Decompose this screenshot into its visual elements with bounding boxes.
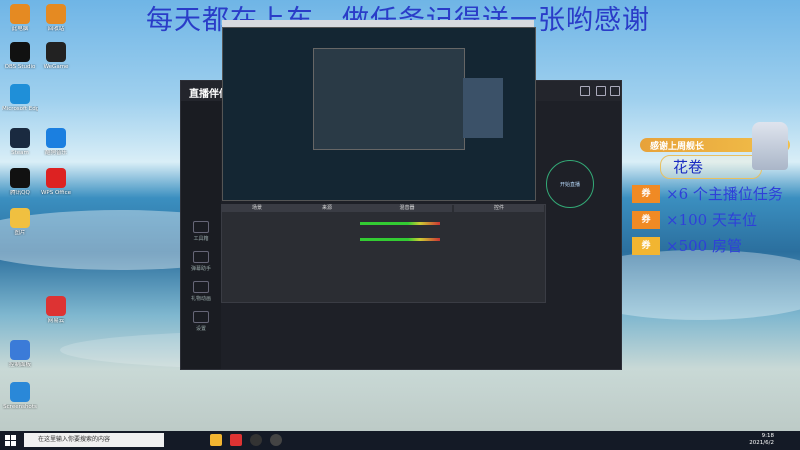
obs-volume-meter[interactable] bbox=[360, 222, 440, 225]
desktop-icon[interactable]: 酷狗音乐 bbox=[38, 128, 74, 156]
overlay-heading: 感谢上周舰长 bbox=[650, 142, 705, 152]
overlay-reward-text: ×6 个主播位任务 bbox=[666, 185, 783, 203]
app-side-rail: 工具箱 弹幕助手 礼物动画 设置 bbox=[181, 101, 221, 369]
desktop-icon-label: 此电脑 bbox=[11, 26, 29, 32]
desktop-icon[interactable]: 网易云 bbox=[38, 296, 74, 324]
desktop-icon[interactable]: Microsoft Edge bbox=[2, 84, 38, 112]
app-taskbar-icon[interactable] bbox=[270, 434, 282, 446]
overlay-name-box: 花卷 bbox=[660, 155, 762, 179]
netease-taskbar-icon[interactable] bbox=[230, 434, 242, 446]
windows-start-icon[interactable] bbox=[5, 435, 16, 446]
desktop-icon[interactable]: OBS Studio bbox=[2, 42, 38, 70]
obs-header-mixer: 混音器 bbox=[362, 205, 452, 212]
obs-volume-meter[interactable] bbox=[360, 238, 440, 241]
overlay-reward-text: ×500 房管 bbox=[666, 237, 742, 255]
control-panel-icon bbox=[10, 340, 30, 360]
nested-overlay bbox=[463, 78, 503, 138]
desktop-icon-label: Screenshots bbox=[3, 404, 37, 410]
desktop-icon[interactable]: 控制面板 bbox=[2, 340, 38, 368]
qq-icon bbox=[10, 168, 30, 188]
overlay-reward-text: ×100 天车位 bbox=[666, 211, 757, 229]
desktop-icon[interactable]: 图片 bbox=[2, 208, 38, 236]
desktop-icon[interactable]: WeGame bbox=[38, 42, 74, 70]
obs-panel: 场景 来源 混音器 控件 bbox=[221, 204, 546, 303]
desktop-icon-label: Microsoft Edge bbox=[2, 106, 38, 112]
taskbar-clock: 9:18 2021/6/2 bbox=[749, 433, 774, 446]
overlay-name: 花卷 bbox=[673, 158, 704, 176]
overlay-reward-row: 券 ×6 个主播位任务 bbox=[632, 184, 800, 204]
obs-header-scenes: 场景 bbox=[222, 205, 292, 212]
obs-header-sources: 来源 bbox=[292, 205, 362, 212]
desktop-icon-label: 控制面板 bbox=[8, 362, 31, 368]
coupon-badge: 券 bbox=[632, 211, 660, 229]
maximize-icon[interactable] bbox=[596, 86, 606, 96]
screenshot-icon bbox=[10, 382, 30, 402]
desktop-icon-label: Steam bbox=[11, 150, 29, 156]
rail-item-settings[interactable]: 设置 bbox=[181, 311, 221, 332]
overlay-reward-row: 券 ×100 天车位 bbox=[632, 210, 800, 230]
desktop-icon[interactable]: 腾讯QQ bbox=[2, 168, 38, 196]
stream-preview bbox=[222, 27, 536, 201]
taskbar: 在这里输入你要搜索的内容 9:18 2021/6/2 bbox=[0, 431, 800, 450]
coupon-badge: 券 bbox=[632, 237, 660, 255]
taskbar-search-input[interactable]: 在这里输入你要搜索的内容 bbox=[24, 433, 164, 447]
kugou-icon bbox=[46, 128, 66, 148]
wegame-taskbar-icon[interactable] bbox=[210, 434, 222, 446]
netease-icon bbox=[46, 296, 66, 316]
desktop-icon-label: 图片 bbox=[14, 230, 26, 236]
minimize-icon[interactable] bbox=[580, 86, 590, 96]
computer-icon bbox=[10, 4, 30, 24]
nested-preview bbox=[313, 48, 465, 150]
rail-item-gift[interactable]: 礼物动画 bbox=[181, 281, 221, 302]
anime-avatar bbox=[752, 122, 788, 170]
recycle-bin-icon bbox=[46, 4, 66, 24]
wegame-icon bbox=[46, 42, 66, 62]
desktop-icon[interactable]: 回收站 bbox=[38, 4, 74, 32]
desktop-icon[interactable]: Screenshots bbox=[2, 382, 38, 410]
overlay-reward-row: 券 ×500 房管 bbox=[632, 236, 800, 256]
desktop-icon-label: WPS Office bbox=[40, 190, 72, 196]
steam-icon bbox=[10, 128, 30, 148]
obs-header-controls: 控件 bbox=[454, 205, 544, 212]
obs-icon bbox=[10, 42, 30, 62]
rail-item-danmu[interactable]: 弹幕助手 bbox=[181, 251, 221, 272]
obs-taskbar-icon[interactable] bbox=[250, 434, 262, 446]
desktop-icon-label: OBS Studio bbox=[4, 64, 36, 70]
desktop-icon[interactable]: 此电脑 bbox=[2, 4, 38, 32]
start-live-button[interactable]: 开始直播 bbox=[546, 160, 594, 208]
desktop-icon-label: 酷狗音乐 bbox=[44, 150, 67, 156]
folder-icon bbox=[10, 208, 30, 228]
rail-item-toolbox[interactable]: 工具箱 bbox=[181, 221, 221, 242]
edge-icon bbox=[10, 84, 30, 104]
desktop-icon-label: 腾讯QQ bbox=[10, 190, 30, 196]
desktop-icon-label: 网易云 bbox=[47, 318, 65, 324]
close-icon[interactable] bbox=[610, 86, 620, 96]
wps-icon bbox=[46, 168, 66, 188]
desktop-icon[interactable]: Steam bbox=[2, 128, 38, 156]
desktop-icon[interactable]: WPS Office bbox=[38, 168, 74, 196]
coupon-badge: 券 bbox=[632, 185, 660, 203]
desktop-icon-label: WeGame bbox=[43, 64, 69, 70]
desktop-icon-label: 回收站 bbox=[47, 26, 65, 32]
